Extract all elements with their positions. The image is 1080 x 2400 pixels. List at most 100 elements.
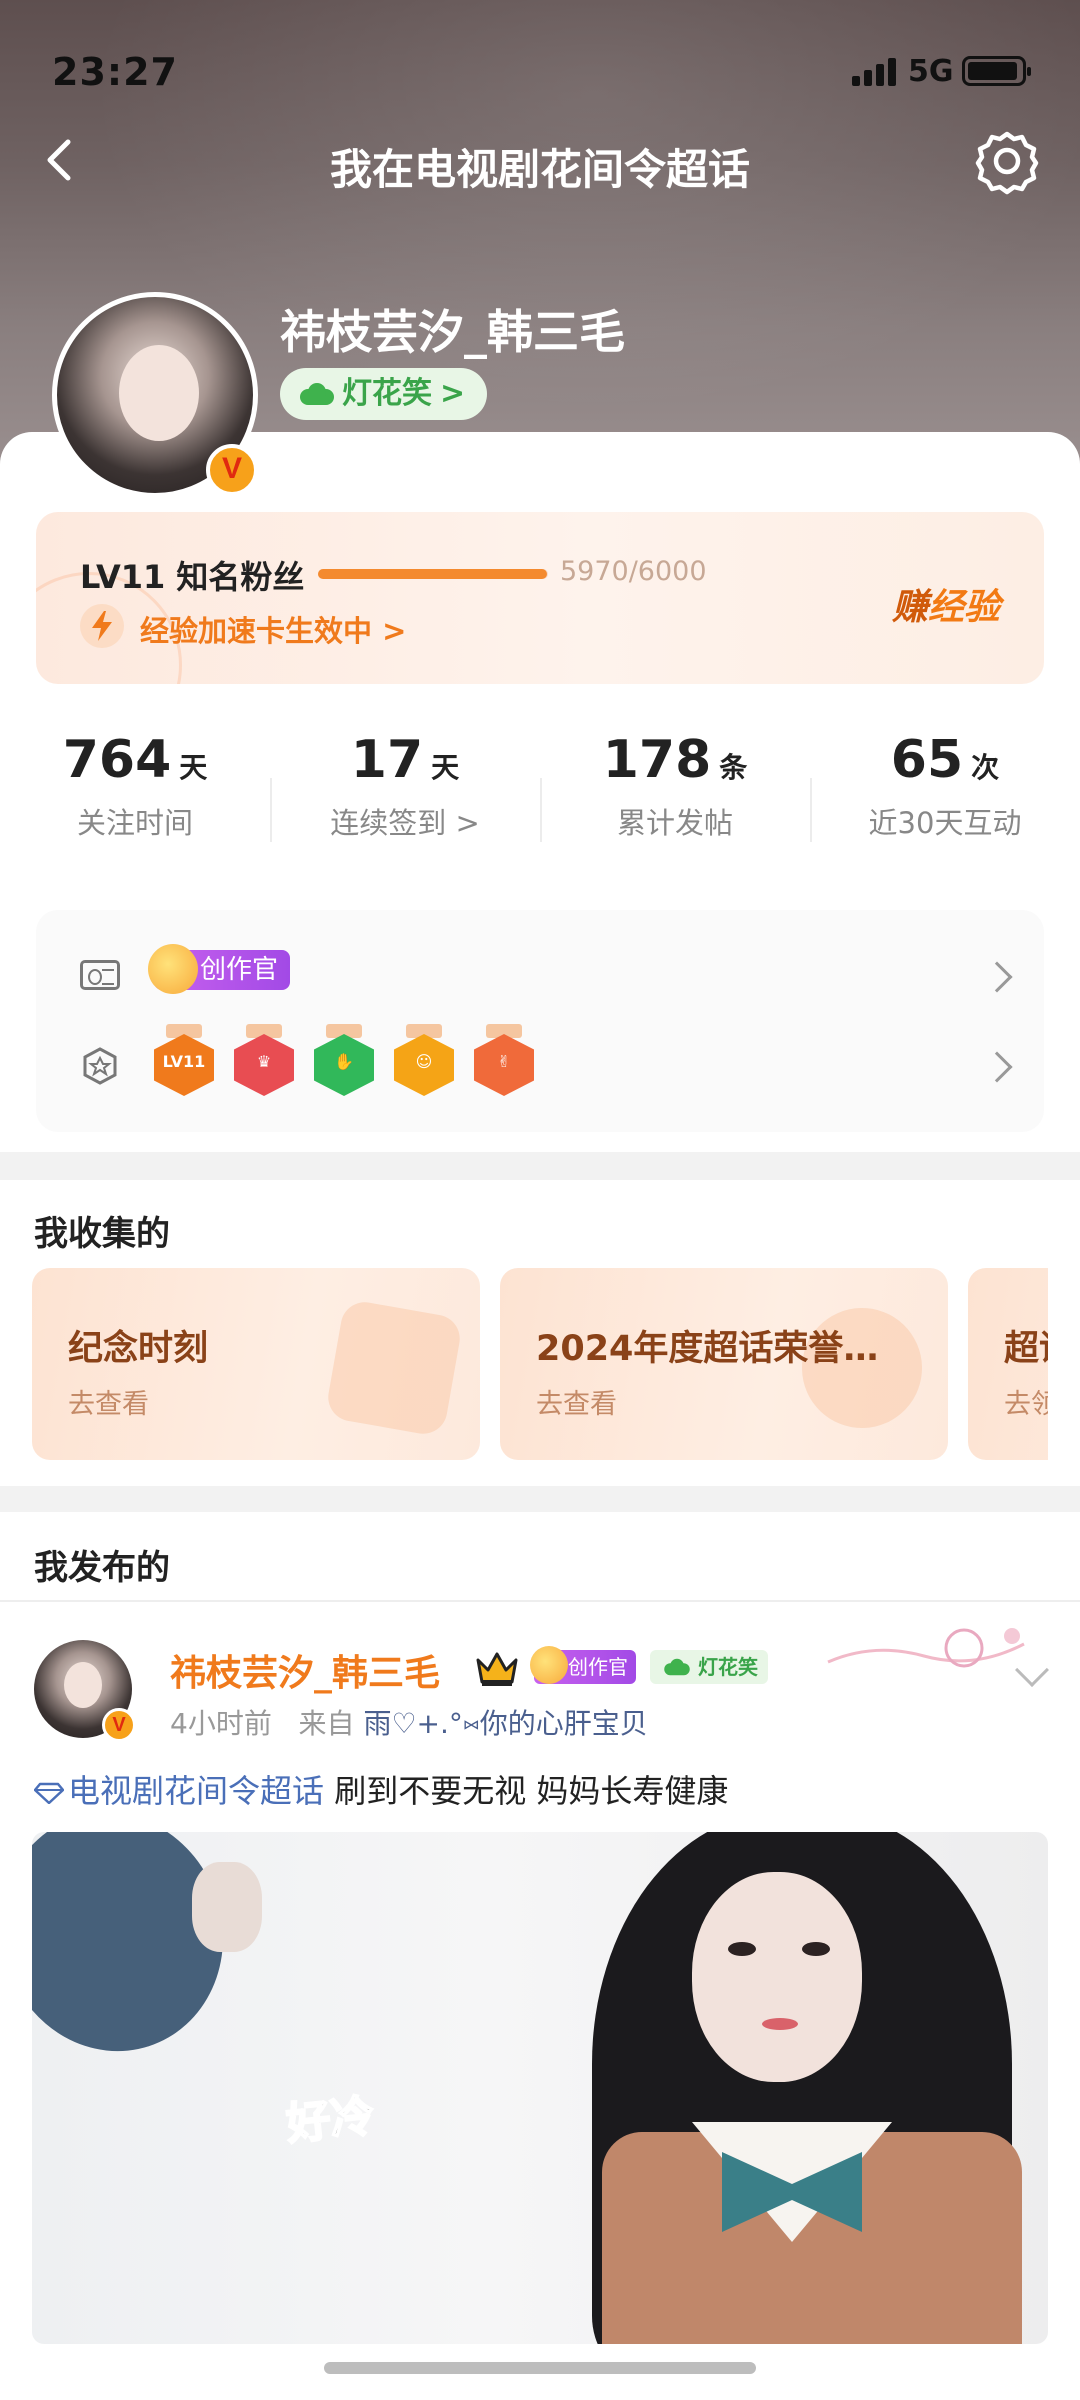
id-card-icon <box>80 960 120 990</box>
collection-card-link: 去查看 <box>68 1389 149 1420</box>
collection-card-link: 去领 <box>1004 1389 1048 1420</box>
post-body: 刷到不要无视 妈妈长寿健康 <box>334 1772 729 1810</box>
signal-icon <box>852 56 898 86</box>
verified-badge-icon: V <box>102 1708 136 1742</box>
stat-value: 65 <box>890 730 964 790</box>
stat-value: 17 <box>350 730 424 790</box>
battery-icon <box>962 56 1031 86</box>
medal-glyph: LV11 <box>162 1052 206 1071</box>
posts-title: 我发布的 <box>34 1548 170 1588</box>
creator-tag[interactable]: 创作官 <box>148 944 291 994</box>
collection-carousel[interactable]: 纪念时刻 去查看 2024年度超话荣誉… 去查看 超话 去领 <box>32 1268 1048 1464</box>
network-label: 5G <box>908 54 954 89</box>
section-divider <box>0 1486 1080 1512</box>
medal-glyph: ✋ <box>334 1052 354 1071</box>
post-header: V 祎枝芸汐_韩三毛 创作官 灯花笑 4小时前 来自 雨♡+.°⑅你的心肝宝贝 <box>34 1628 1054 1750</box>
stat-follow-days: 764 天 关注时间 <box>0 730 270 870</box>
section-divider <box>0 1152 1080 1180</box>
earn-label-a: 赚 <box>892 587 929 628</box>
topic-link[interactable]: 电视剧花间令超话 <box>34 1772 324 1810</box>
stat-label: 关注时间 <box>76 806 193 840</box>
post-text: 电视剧花间令超话 刷到不要无视 妈妈长寿健康 <box>34 1766 728 1812</box>
image-hand <box>192 1862 262 1952</box>
collection-card-title: 超话 <box>1004 1329 1048 1369</box>
boost-card-link[interactable]: 经验加速卡生效中 > <box>140 608 406 650</box>
post-time: 4小时前 <box>170 1707 272 1740</box>
collection-card-link: 去查看 <box>536 1389 617 1420</box>
verified-badge-icon: V <box>206 444 258 496</box>
lv11-medal-icon[interactable]: LV11 <box>154 1024 214 1098</box>
fan-tag-label: 灯花笑 <box>342 376 432 411</box>
creator-tag[interactable]: 创作官 <box>530 1646 636 1684</box>
diamond-icon <box>34 1782 64 1804</box>
crown-icon <box>474 1650 520 1688</box>
cloud-icon <box>300 383 334 405</box>
home-indicator[interactable] <box>324 2362 756 2374</box>
post-author-name[interactable]: 祎枝芸汐_韩三毛 <box>170 1644 440 1696</box>
post-source[interactable]: 雨♡+.°⑅你的心肝宝贝 <box>363 1707 647 1740</box>
image-lips <box>762 2018 798 2030</box>
stat-unit: 天 <box>431 751 460 784</box>
collection-card[interactable]: 2024年度超话荣誉… 去查看 <box>500 1268 948 1460</box>
medal-glyph: ☺ <box>415 1052 433 1071</box>
image-eye <box>728 1942 756 1956</box>
fan-group-tag[interactable]: 灯花笑 <box>650 1650 768 1684</box>
stat-label: 近30天互动 <box>868 806 1022 840</box>
stat-unit: 天 <box>179 751 208 784</box>
topic-label: 电视剧花间令超话 <box>68 1772 325 1810</box>
creator-star-icon <box>530 1646 568 1684</box>
calendar-icon <box>324 1298 464 1438</box>
collection-card-title: 纪念时刻 <box>68 1329 209 1369</box>
trophy-medal-icon[interactable]: ♛ <box>234 1024 294 1098</box>
creator-tag-label: 创作官 <box>200 955 279 985</box>
stat-posts: 178 条 累计发帖 <box>540 730 810 870</box>
post-source-prefix: 来自 <box>298 1707 355 1740</box>
stat-label: 累计发帖 <box>616 806 733 840</box>
medal-outline-icon <box>80 1046 120 1086</box>
fan-tag-label: 灯花笑 <box>698 1655 758 1679</box>
hand-medal-icon[interactable]: ✋ <box>314 1024 374 1098</box>
stat-checkin-days[interactable]: 17 天 连续签到 > <box>270 730 540 870</box>
medal-glyph: ✌ <box>497 1052 511 1071</box>
medal-list[interactable]: LV11 ♛ ✋ ☺ ✌ <box>154 1024 534 1098</box>
creator-star-icon <box>148 944 198 994</box>
level-title: LV11 知名粉丝 <box>80 558 305 596</box>
collections-title: 我收集的 <box>34 1214 170 1254</box>
stat-value: 178 <box>602 730 712 790</box>
earn-label-b: 经验 <box>928 587 1001 628</box>
page-title: 我在电视剧花间令超话 <box>329 145 750 194</box>
stats-row: 764 天 关注时间 17 天 连续签到 > 178 条 累计发帖 65 次 近30天互… <box>0 730 1080 870</box>
stat-unit: 次 <box>971 751 1000 784</box>
chevron-right-icon[interactable] <box>981 961 1013 993</box>
level-progress-text: 5970/6000 <box>560 556 707 587</box>
section-rule <box>0 1600 1080 1602</box>
level-panel[interactable]: LV11 知名粉丝 5970/6000 经验加速卡生效中 > 赚经验 <box>36 512 1044 684</box>
lightning-icon <box>80 604 124 648</box>
chevron-right-icon[interactable] <box>981 1051 1013 1083</box>
emoji-medal-icon[interactable]: ☺ <box>394 1024 454 1098</box>
image-caption: 好冷 <box>283 2090 378 2152</box>
rock-medal-icon[interactable]: ✌ <box>474 1024 534 1098</box>
collection-card[interactable]: 纪念时刻 去查看 <box>32 1268 480 1460</box>
post-meta: 4小时前 来自 雨♡+.°⑅你的心肝宝贝 <box>170 1702 648 1742</box>
decoration-sticker-icon <box>824 1622 1044 1682</box>
fan-tag-arrow: > <box>440 376 466 411</box>
collection-card-title: 2024年度超话荣誉… <box>536 1329 879 1369</box>
medal-glyph: ♛ <box>256 1052 272 1071</box>
collection-card[interactable]: 超话 去领 <box>968 1268 1048 1460</box>
stat-unit: 条 <box>719 751 748 784</box>
post-image[interactable]: 好冷 <box>32 1832 1048 2344</box>
cloud-icon <box>664 1658 690 1676</box>
stat-interactions: 65 次 近30天互动 <box>810 730 1080 870</box>
badge-panel: 创作官 LV11 ♛ ✋ ☺ ✌ <box>36 910 1044 1132</box>
user-name: 祎枝芸汐_韩三毛 <box>280 305 625 359</box>
level-progress-fill <box>318 569 547 579</box>
level-progress-bar <box>318 569 548 579</box>
stat-value: 764 <box>62 730 172 790</box>
gear-icon[interactable] <box>972 126 1042 196</box>
fan-group-tag[interactable]: 灯花笑 > <box>280 368 488 420</box>
nav-bar: 我在电视剧花间令超话 <box>0 110 1080 210</box>
earn-exp-button[interactable]: 赚经验 <box>892 578 1000 630</box>
status-time: 23:27 <box>52 50 178 94</box>
image-eye <box>802 1942 830 1956</box>
